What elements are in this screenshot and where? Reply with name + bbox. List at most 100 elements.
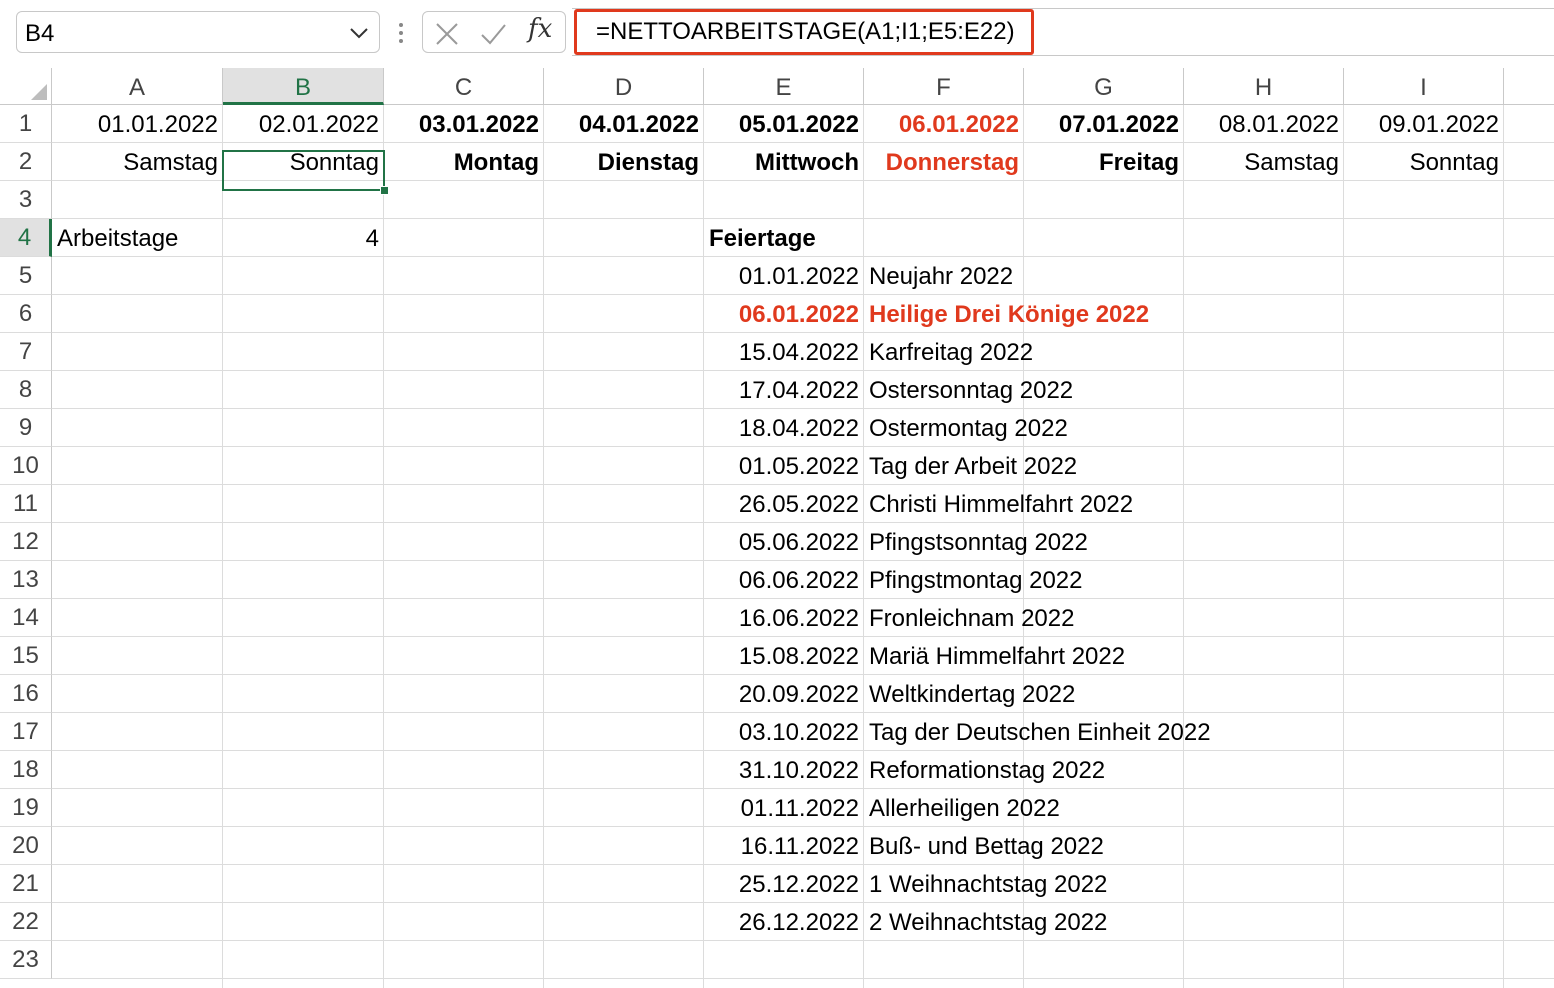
row-header-23[interactable]: 23 (0, 941, 52, 979)
cell-e5-holiday-date[interactable]: 01.01.2022 (704, 257, 864, 295)
enter-check-icon[interactable] (479, 20, 507, 48)
cell-f18-holiday-name[interactable]: Reformationstag 2022 (864, 751, 1105, 789)
cell-f20-holiday-name[interactable]: Buß- und Bettag 2022 (864, 827, 1104, 865)
row-header-19[interactable]: 19 (0, 789, 52, 827)
row-header-16[interactable]: 16 (0, 675, 52, 713)
more-options-icon[interactable] (397, 21, 405, 45)
row-header-17[interactable]: 17 (0, 713, 52, 751)
row-header-9[interactable]: 9 (0, 409, 52, 447)
column-header-b[interactable]: B (223, 68, 384, 105)
cell-f8-holiday-name[interactable]: Ostersonntag 2022 (864, 371, 1073, 409)
row-header-6[interactable]: 6 (0, 295, 52, 333)
cell-f21-holiday-name[interactable]: 1 Weihnachtstag 2022 (864, 865, 1107, 903)
cancel-icon[interactable] (433, 20, 461, 48)
cell-e22-holiday-date[interactable]: 26.12.2022 (704, 903, 864, 941)
cell-c1[interactable]: 03.01.2022 (384, 105, 544, 143)
row-header-12[interactable]: 12 (0, 523, 52, 561)
cell-f22-holiday-name[interactable]: 2 Weihnachtstag 2022 (864, 903, 1107, 941)
cell-d1[interactable]: 04.01.2022 (544, 105, 704, 143)
cell-d2[interactable]: Dienstag (544, 143, 704, 181)
row-header-10[interactable]: 10 (0, 447, 52, 485)
cell-e12-holiday-date[interactable]: 05.06.2022 (704, 523, 864, 561)
cell-f1[interactable]: 06.01.2022 (864, 105, 1024, 143)
cell-f5-holiday-name[interactable]: Neujahr 2022 (864, 257, 1024, 295)
cell-e13-holiday-date[interactable]: 06.06.2022 (704, 561, 864, 599)
cell-f9-holiday-name[interactable]: Ostermontag 2022 (864, 409, 1068, 447)
cell-g2[interactable]: Freitag (1024, 143, 1184, 181)
cell-e14-holiday-date[interactable]: 16.06.2022 (704, 599, 864, 637)
column-header-f[interactable]: F (864, 68, 1024, 105)
cell-e17-holiday-date[interactable]: 03.10.2022 (704, 713, 864, 751)
cell-h2[interactable]: Samstag (1184, 143, 1344, 181)
cell-f6-holiday-name[interactable]: Heilige Drei Könige 2022 (864, 295, 1149, 333)
cell-e8-holiday-date[interactable]: 17.04.2022 (704, 371, 864, 409)
cell-f13-holiday-name[interactable]: Pfingstmontag 2022 (864, 561, 1082, 599)
cell-e2[interactable]: Mittwoch (704, 143, 864, 181)
row-header-20[interactable]: 20 (0, 827, 52, 865)
cell-f2[interactable]: Donnerstag (864, 143, 1024, 181)
cell-f10-holiday-name[interactable]: Tag der Arbeit 2022 (864, 447, 1077, 485)
row-header-5[interactable]: 5 (0, 257, 52, 295)
spreadsheet-grid: A B C D E F G H I 1 2 3 4 5 6 7 8 9 10 11 12 13 14 15 1… (0, 68, 1554, 988)
formula-text[interactable]: =NETTOARBEITSTAGE(A1;I1;E5:E22) (596, 18, 1015, 46)
cell-f15-holiday-name[interactable]: Mariä Himmelfahrt 2022 (864, 637, 1125, 675)
cell-e16-holiday-date[interactable]: 20.09.2022 (704, 675, 864, 713)
cell-f12-holiday-name[interactable]: Pfingstsonntag 2022 (864, 523, 1088, 561)
column-header-e[interactable]: E (704, 68, 864, 105)
chevron-down-icon[interactable] (349, 26, 369, 40)
row-header-4[interactable]: 4 (0, 219, 52, 257)
row-header-22[interactable]: 22 (0, 903, 52, 941)
name-box[interactable]: B4 (16, 11, 380, 53)
cell-e1[interactable]: 05.01.2022 (704, 105, 864, 143)
cell-f14-holiday-name[interactable]: Fronleichnam 2022 (864, 599, 1074, 637)
cell-b1[interactable]: 02.01.2022 (223, 105, 384, 143)
cell-e18-holiday-date[interactable]: 31.10.2022 (704, 751, 864, 789)
row-header-21[interactable]: 21 (0, 865, 52, 903)
cell-i1[interactable]: 09.01.2022 (1344, 105, 1504, 143)
row-header-1[interactable]: 1 (0, 105, 52, 143)
row-header-14[interactable]: 14 (0, 599, 52, 637)
fill-handle[interactable] (380, 186, 389, 195)
row-header-7[interactable]: 7 (0, 333, 52, 371)
cell-e4[interactable]: Feiertage (704, 219, 864, 257)
insert-function-icon[interactable]: fx (528, 14, 552, 44)
cell-f16-holiday-name[interactable]: Weltkindertag 2022 (864, 675, 1075, 713)
column-header-j[interactable] (1504, 68, 1554, 105)
cell-a1[interactable]: 01.01.2022 (52, 105, 223, 143)
column-header-i[interactable]: I (1344, 68, 1504, 105)
column-header-a[interactable]: A (52, 68, 223, 105)
cell-e19-holiday-date[interactable]: 01.11.2022 (704, 789, 864, 827)
row-header-8[interactable]: 8 (0, 371, 52, 409)
cell-b4[interactable]: 4 (223, 219, 384, 257)
cell-a2[interactable]: Samstag (52, 143, 223, 181)
cell-i2[interactable]: Sonntag (1344, 143, 1504, 181)
cell-e11-holiday-date[interactable]: 26.05.2022 (704, 485, 864, 523)
active-cell-b4[interactable] (222, 150, 385, 191)
cell-f17-holiday-name[interactable]: Tag der Deutschen Einheit 2022 (864, 713, 1211, 751)
row-header-11[interactable]: 11 (0, 485, 52, 523)
cell-e10-holiday-date[interactable]: 01.05.2022 (704, 447, 864, 485)
cell-c2[interactable]: Montag (384, 143, 544, 181)
column-header-c[interactable]: C (384, 68, 544, 105)
row-header-2[interactable]: 2 (0, 143, 52, 181)
cell-g1[interactable]: 07.01.2022 (1024, 105, 1184, 143)
column-header-h[interactable]: H (1184, 68, 1344, 105)
cell-f11-holiday-name[interactable]: Christi Himmelfahrt 2022 (864, 485, 1133, 523)
row-header-13[interactable]: 13 (0, 561, 52, 599)
cell-f7-holiday-name[interactable]: Karfreitag 2022 (864, 333, 1033, 371)
cell-e15-holiday-date[interactable]: 15.08.2022 (704, 637, 864, 675)
row-header-3[interactable]: 3 (0, 181, 52, 219)
cell-e7-holiday-date[interactable]: 15.04.2022 (704, 333, 864, 371)
select-all-button[interactable] (0, 68, 52, 105)
cell-e20-holiday-date[interactable]: 16.11.2022 (704, 827, 864, 865)
column-header-d[interactable]: D (544, 68, 704, 105)
cell-e21-holiday-date[interactable]: 25.12.2022 (704, 865, 864, 903)
cell-h1[interactable]: 08.01.2022 (1184, 105, 1344, 143)
cell-e6-holiday-date[interactable]: 06.01.2022 (704, 295, 864, 333)
cell-e9-holiday-date[interactable]: 18.04.2022 (704, 409, 864, 447)
cell-a4[interactable]: Arbeitstage (52, 219, 223, 257)
column-header-g[interactable]: G (1024, 68, 1184, 105)
cell-f19-holiday-name[interactable]: Allerheiligen 2022 (864, 789, 1060, 827)
row-header-18[interactable]: 18 (0, 751, 52, 789)
row-header-15[interactable]: 15 (0, 637, 52, 675)
